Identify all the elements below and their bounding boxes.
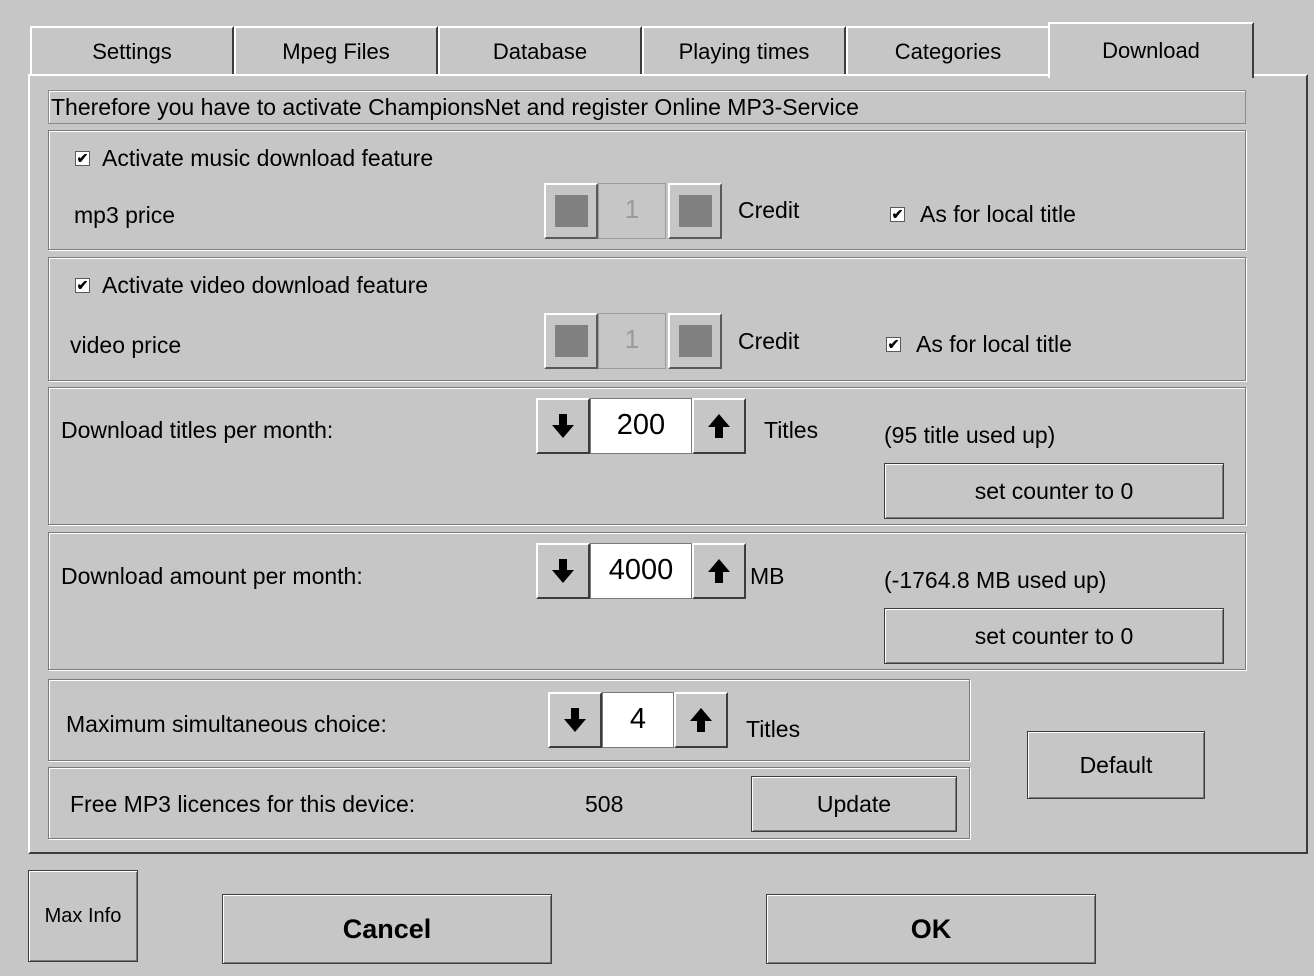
tab-database[interactable]: Database	[438, 26, 642, 76]
ok-button[interactable]: OK	[766, 894, 1096, 964]
tab-download[interactable]: Download	[1048, 22, 1254, 78]
video-price-decrease-button[interactable]	[544, 313, 598, 369]
titles-reset-counter-button[interactable]: set counter to 0	[884, 463, 1224, 519]
mp3-as-local-label: As for local title	[920, 201, 1076, 227]
mp3-price-decrease-button[interactable]	[544, 183, 598, 239]
mp3-as-local-checkbox[interactable]: ✔	[890, 207, 905, 222]
amount-reset-counter-button[interactable]: set counter to 0	[884, 608, 1224, 664]
max-choice-input[interactable]: 4	[602, 692, 674, 748]
check-icon: ✔	[76, 277, 89, 293]
amount-unit: MB	[750, 563, 785, 589]
licences-count: 508	[585, 791, 624, 817]
arrow-up-icon	[690, 708, 712, 732]
arrow-down-icon	[552, 414, 574, 438]
mp3-price-increase-button[interactable]	[668, 183, 722, 239]
check-icon: ✔	[76, 150, 89, 166]
max-choice-unit: Titles	[746, 716, 801, 742]
video-as-local-label: As for local title	[916, 331, 1072, 357]
update-licences-button[interactable]: Update	[751, 776, 957, 832]
titles-per-month-label: Download titles per month:	[61, 417, 334, 443]
titles-increase-button[interactable]	[692, 398, 746, 454]
tab-playing-times[interactable]: Playing times	[642, 26, 846, 76]
default-button[interactable]: Default	[1027, 731, 1205, 799]
arrow-up-icon	[708, 414, 730, 438]
titles-decrease-button[interactable]	[536, 398, 590, 454]
arrow-down-icon	[564, 708, 586, 732]
video-download-label: Activate video download feature	[102, 272, 429, 298]
amount-per-month-label: Download amount per month:	[61, 563, 363, 589]
max-choice-increase-button[interactable]	[674, 692, 728, 748]
check-icon: ✔	[887, 336, 900, 352]
video-price-value: 1	[598, 313, 666, 369]
max-choice-label: Maximum simultaneous choice:	[66, 711, 387, 737]
tab-settings[interactable]: Settings	[30, 26, 234, 76]
tab-mpeg-files[interactable]: Mpeg Files	[234, 26, 438, 76]
arrow-down-icon	[552, 559, 574, 583]
titles-used-status: (95 title used up)	[884, 422, 1056, 448]
mp3-credit-unit: Credit	[738, 197, 800, 223]
max-choice-decrease-button[interactable]	[548, 692, 602, 748]
titles-unit: Titles	[764, 417, 819, 443]
tab-categories[interactable]: Categories	[846, 26, 1050, 76]
mp3-price-value: 1	[598, 183, 666, 239]
cancel-button[interactable]: Cancel	[222, 894, 552, 964]
arrow-up-icon	[708, 559, 730, 583]
video-credit-unit: Credit	[738, 328, 800, 354]
amount-used-status: (-1764.8 MB used up)	[884, 567, 1107, 593]
max-info-button[interactable]: Max Info	[28, 870, 138, 962]
music-download-label: Activate music download feature	[102, 145, 434, 171]
video-price-label: video price	[70, 332, 182, 358]
info-message: Therefore you have to activate Champions…	[48, 90, 1246, 124]
video-as-local-checkbox[interactable]: ✔	[886, 337, 901, 352]
video-price-increase-button[interactable]	[668, 313, 722, 369]
check-icon: ✔	[891, 206, 904, 222]
amount-increase-button[interactable]	[692, 543, 746, 599]
music-download-checkbox[interactable]: ✔	[75, 151, 90, 166]
titles-per-month-input[interactable]: 200	[590, 398, 692, 454]
amount-per-month-input[interactable]: 4000	[590, 543, 692, 599]
amount-decrease-button[interactable]	[536, 543, 590, 599]
mp3-price-label: mp3 price	[74, 202, 175, 228]
video-download-checkbox[interactable]: ✔	[75, 278, 90, 293]
licences-label: Free MP3 licences for this device:	[70, 791, 416, 817]
